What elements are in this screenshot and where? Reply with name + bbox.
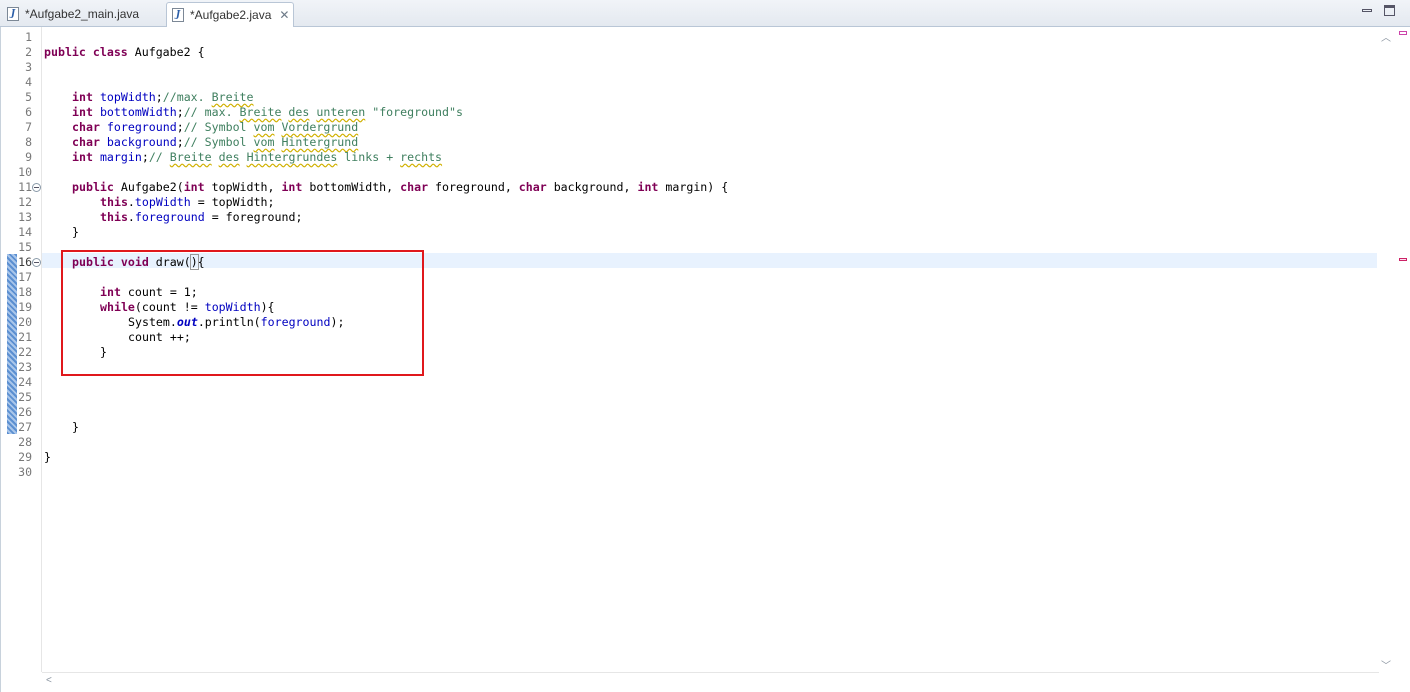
scroll-up-icon[interactable]: ︿	[1381, 29, 1391, 44]
code-line: int margin;// Breite des Hintergrundes l…	[72, 150, 443, 164]
line-number: 25	[18, 390, 32, 404]
line-number: 20	[18, 315, 32, 329]
line-number: 24	[18, 375, 32, 389]
red-highlight-box	[61, 250, 424, 376]
line-number: 18	[18, 285, 32, 299]
code-line: public Aufgabe2(int topWidth, int bottom…	[72, 180, 729, 194]
line-number: 28	[18, 435, 32, 449]
line-number: 23	[18, 360, 32, 374]
code-line: }	[72, 225, 79, 239]
line-number: 16	[18, 255, 32, 269]
line-number: 13	[18, 210, 32, 224]
overview-marker[interactable]	[1399, 258, 1407, 261]
line-number: 10	[18, 165, 32, 179]
collapse-icon[interactable]	[32, 183, 41, 192]
line-number: 8	[25, 135, 32, 149]
overview-ruler[interactable]	[1395, 27, 1410, 692]
line-number: 5	[25, 90, 32, 104]
tab-label: *Aufgabe2.java	[190, 8, 272, 22]
line-number: 19	[18, 300, 32, 314]
java-file-icon: J	[172, 8, 184, 22]
java-file-icon: J	[7, 7, 19, 21]
code-line: }	[72, 420, 79, 434]
code-line: char foreground;// Symbol vom Vordergrun…	[72, 120, 359, 134]
horizontal-scrollbar[interactable]: <	[42, 672, 1379, 691]
line-number: 22	[18, 345, 32, 359]
minimize-icon[interactable]	[1360, 4, 1374, 18]
code-line: int bottomWidth;// max. Breite des unter…	[72, 105, 463, 119]
code-editor[interactable]: 1 2 3 4 5 6 7 8 9 10 11 12 13 14 15 16 17 18 19 20 21 22 23 24 2…	[0, 27, 1410, 692]
code-line: public class Aufgabe2 {	[44, 45, 205, 59]
editor-tab-bar: J *Aufgabe2_main.java J *Aufgabe2.java ✕	[0, 0, 1410, 27]
code-line: char background;// Symbol vom Hintergrun…	[72, 135, 359, 149]
line-number: 7	[25, 120, 32, 134]
line-number: 26	[18, 405, 32, 419]
tab-aufgabe2-main[interactable]: J *Aufgabe2_main.java	[0, 2, 162, 26]
tab-aufgabe2[interactable]: J *Aufgabe2.java ✕	[166, 2, 294, 27]
line-number: 17	[18, 270, 32, 284]
collapse-icon[interactable]	[32, 258, 41, 267]
line-number: 2	[25, 45, 32, 59]
code-line: this.topWidth = topWidth;	[100, 195, 275, 209]
line-number: 12	[18, 195, 32, 209]
close-tab-icon[interactable]: ✕	[279, 8, 289, 22]
line-number: 6	[25, 105, 32, 119]
line-number: 15	[18, 240, 32, 254]
line-number-gutter: 1 2 3 4 5 6 7 8 9 10 11 12 13 14 15 16 17 18 19 20 21 22 23 24 2…	[1, 27, 42, 672]
line-number: 27	[18, 420, 32, 434]
line-number: 29	[18, 450, 32, 464]
vertical-scrollbar[interactable]: ︿ ﹀	[1379, 27, 1393, 672]
code-line: this.foreground = foreground;	[100, 210, 303, 224]
line-number: 9	[25, 150, 32, 164]
overview-marker[interactable]	[1399, 31, 1407, 35]
scroll-down-icon[interactable]: ﹀	[1381, 657, 1391, 672]
tab-label: *Aufgabe2_main.java	[25, 7, 140, 21]
code-line: int topWidth;//max. Breite	[72, 90, 254, 104]
line-number: 30	[18, 465, 32, 479]
scroll-left-icon[interactable]: <	[46, 675, 52, 686]
code-line: }	[44, 450, 51, 464]
line-number: 14	[18, 225, 32, 239]
line-number: 21	[18, 330, 32, 344]
line-number: 11	[18, 180, 32, 194]
line-number: 4	[25, 75, 32, 89]
line-number: 1	[25, 30, 32, 44]
maximize-icon[interactable]	[1383, 4, 1397, 18]
line-number: 3	[25, 60, 32, 74]
